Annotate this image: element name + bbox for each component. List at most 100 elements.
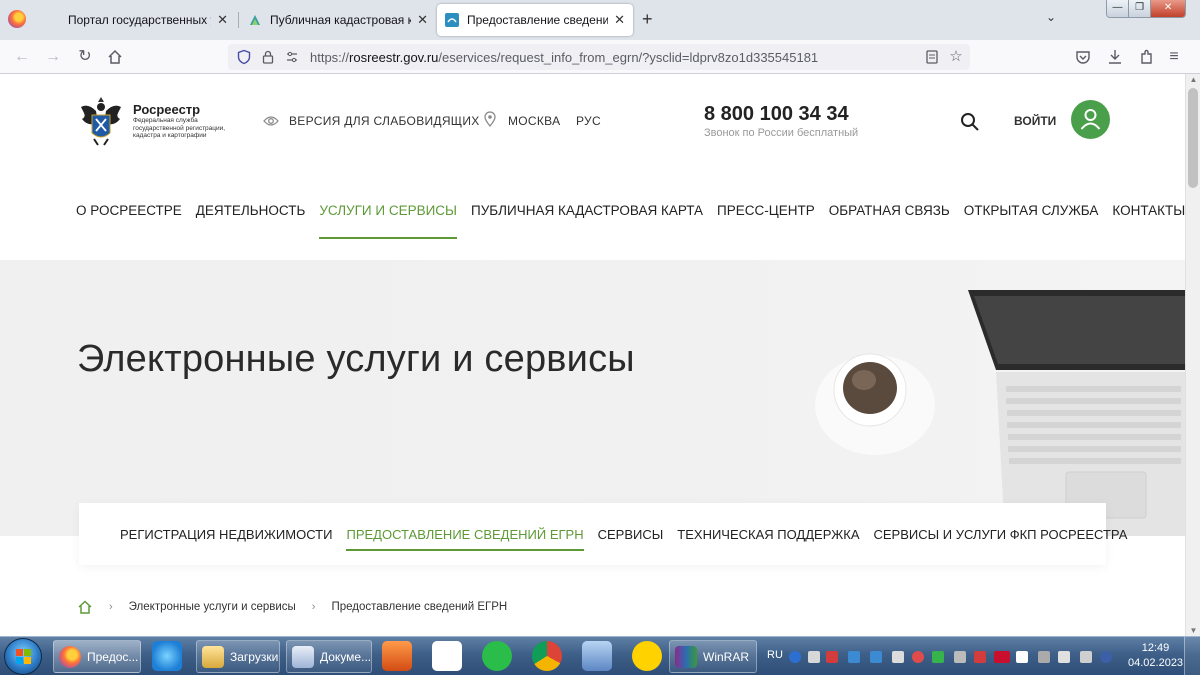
nav-about[interactable]: О РОСРЕЕСТРЕ [76, 201, 182, 241]
firefox-menu-icon[interactable] [8, 10, 26, 28]
lock-icon[interactable] [260, 49, 276, 65]
mail-agent-icon[interactable] [482, 641, 512, 671]
permissions-icon[interactable] [284, 49, 300, 65]
keyboard-language-indicator[interactable]: RU [767, 649, 783, 661]
1c-icon[interactable] [632, 641, 662, 671]
breadcrumb-separator: › [311, 601, 316, 613]
taskbar-winrar-window[interactable]: WinRAR [669, 640, 757, 673]
maximize-icon[interactable]: ❐ [1129, 0, 1152, 17]
tray-icon[interactable] [912, 651, 924, 663]
hotline-phone[interactable]: 8 800 100 34 34 [704, 103, 849, 126]
internet-explorer-icon[interactable] [152, 641, 182, 671]
subnav-egrn-info[interactable]: ПРЕДОСТАВЛЕНИЕ СВЕДЕНИЙ ЕГРН [346, 527, 584, 551]
nav-services[interactable]: УСЛУГИ И СЕРВИСЫ [319, 201, 457, 241]
url-path: /eservices/request_info_from_egrn/?yscli… [438, 50, 819, 65]
tab-egrn-active[interactable]: Предоставление сведений ЕГРН ✕ [437, 4, 633, 36]
subnav-tech-support[interactable]: ТЕХНИЧЕСКАЯ ПОДДЕРЖКА [677, 527, 859, 542]
user-avatar-button[interactable] [1071, 100, 1110, 139]
bookmark-star-icon[interactable]: ☆ [948, 49, 964, 65]
minimize-icon[interactable]: — [1107, 0, 1130, 17]
tray-icon[interactable] [808, 651, 820, 663]
back-arrow-icon[interactable]: ← [12, 47, 32, 67]
subnav-registration[interactable]: РЕГИСТРАЦИЯ НЕДВИЖИМОСТИ [120, 527, 332, 542]
taskbar-downloads-window[interactable]: Загрузки [196, 640, 280, 673]
nav-open-service[interactable]: ОТКРЫТАЯ СЛУЖБА [964, 201, 1099, 241]
tray-icon[interactable] [1016, 651, 1028, 663]
scroll-down-arrow-icon[interactable]: ▼ [1186, 626, 1200, 635]
subnav-services[interactable]: СЕРВИСЫ [598, 527, 664, 542]
tray-icon[interactable] [954, 651, 966, 663]
forward-arrow-icon[interactable]: → [43, 47, 63, 67]
search-icon[interactable] [960, 112, 980, 132]
firefox-icon [59, 645, 81, 668]
show-desktop-button[interactable] [1184, 637, 1200, 676]
media-player-icon[interactable] [382, 641, 412, 671]
subnav-fkp-services[interactable]: СЕРВИСЫ И УСЛУГИ ФКП РОСРЕЕСТРА [873, 527, 1127, 542]
close-tab-icon[interactable]: ✕ [217, 12, 228, 28]
rosreestr-emblem-icon[interactable] [76, 93, 126, 149]
scroll-up-arrow-icon[interactable]: ▲ [1186, 75, 1200, 84]
language-selector[interactable]: РУС [576, 114, 601, 128]
pocket-icon[interactable] [1074, 48, 1092, 66]
tray-icon[interactable] [974, 651, 986, 663]
main-navigation: О РОСРЕЕСТРЕ ДЕЯТЕЛЬНОСТЬ УСЛУГИ И СЕРВИ… [76, 201, 1185, 241]
logo-name[interactable]: Росреестр [133, 102, 200, 117]
start-button[interactable] [4, 638, 42, 675]
url-text: https://rosreestr.gov.ru/eservices/reque… [310, 50, 818, 65]
nav-activity[interactable]: ДЕЯТЕЛЬНОСТЬ [196, 201, 306, 241]
reader-view-icon[interactable] [924, 49, 940, 65]
close-window-icon[interactable]: ✕ [1151, 0, 1185, 17]
system-clock[interactable]: 12:49 04.02.2023 [1128, 641, 1183, 671]
network-signal-icon[interactable] [1058, 651, 1070, 663]
nav-press-center[interactable]: ПРЕСС-ЦЕНТР [717, 201, 815, 241]
tab-gosuslugi[interactable]: Портал государственных услуг ✕ [40, 4, 236, 36]
yandex-browser-icon[interactable] [432, 641, 462, 671]
speaker-app-icon[interactable] [582, 641, 612, 671]
address-bar[interactable]: https://rosreestr.gov.ru/eservices/reque… [228, 44, 970, 70]
eye-icon[interactable] [263, 114, 279, 128]
login-link[interactable]: ВОЙТИ [1014, 114, 1056, 128]
accessibility-version-link[interactable]: ВЕРСИЯ ДЛЯ СЛАБОВИДЯЩИХ [289, 114, 480, 128]
app-menu-hamburger-icon[interactable]: ≡ [1164, 47, 1184, 67]
downloads-icon[interactable] [1106, 48, 1124, 66]
breadcrumb-current: Предоставление сведений ЕГРН [331, 601, 508, 613]
tray-icon[interactable] [848, 651, 860, 663]
clock-time: 12:49 [1141, 642, 1170, 654]
tray-icon[interactable] [826, 651, 838, 663]
tray-icon[interactable] [1100, 651, 1112, 663]
rosreestr-favicon-icon [445, 13, 459, 27]
logo-subtitle: Федеральная служба государственной регис… [133, 117, 226, 139]
page-scrollbar[interactable]: ▲ ▼ [1185, 74, 1200, 636]
extensions-icon[interactable] [1138, 48, 1156, 66]
help-tray-icon[interactable] [789, 651, 801, 663]
taskbar-firefox-window[interactable]: Предос... [53, 640, 141, 673]
tray-icon[interactable] [1038, 651, 1050, 663]
close-tab-icon[interactable]: ✕ [614, 12, 625, 28]
tray-icon[interactable] [892, 651, 904, 663]
url-host: rosreestr.gov.ru [349, 50, 439, 65]
nav-contacts[interactable]: КОНТАКТЫ [1112, 201, 1185, 241]
city-selector[interactable]: МОСКВА [508, 114, 560, 128]
reload-icon[interactable]: ↻ [75, 47, 95, 67]
scrollbar-thumb[interactable] [1188, 88, 1198, 188]
nav-cadastral-map[interactable]: ПУБЛИЧНАЯ КАДАСТРОВАЯ КАРТА [471, 201, 703, 241]
tray-icon[interactable] [932, 651, 944, 663]
list-all-tabs-chevron-icon[interactable]: ⌄ [1046, 10, 1056, 24]
tracking-shield-icon[interactable] [236, 49, 252, 65]
home-breadcrumb-icon[interactable] [77, 600, 93, 614]
winrar-icon [675, 645, 697, 668]
breadcrumb: › Электронные услуги и сервисы › Предост… [77, 600, 507, 614]
tab-cadastral-map[interactable]: Публичная кадастровая карта ✕ [240, 4, 436, 36]
location-pin-icon[interactable] [484, 111, 496, 127]
breadcrumb-link[interactable]: Электронные услуги и сервисы [129, 601, 296, 613]
taskbar-word-window[interactable]: Докуме... [286, 640, 372, 673]
nav-feedback[interactable]: ОБРАТНАЯ СВЯЗЬ [829, 201, 950, 241]
home-icon[interactable] [106, 48, 124, 66]
bluetooth-tray-icon[interactable] [870, 651, 882, 663]
new-tab-plus-icon[interactable]: + [642, 9, 653, 30]
chrome-icon[interactable] [532, 641, 562, 671]
services-subnav: РЕГИСТРАЦИЯ НЕДВИЖИМОСТИ ПРЕДОСТАВЛЕНИЕ … [79, 503, 1127, 565]
volume-icon[interactable] [1080, 651, 1092, 663]
close-tab-icon[interactable]: ✕ [417, 12, 428, 28]
ati-tray-icon[interactable] [994, 651, 1010, 663]
